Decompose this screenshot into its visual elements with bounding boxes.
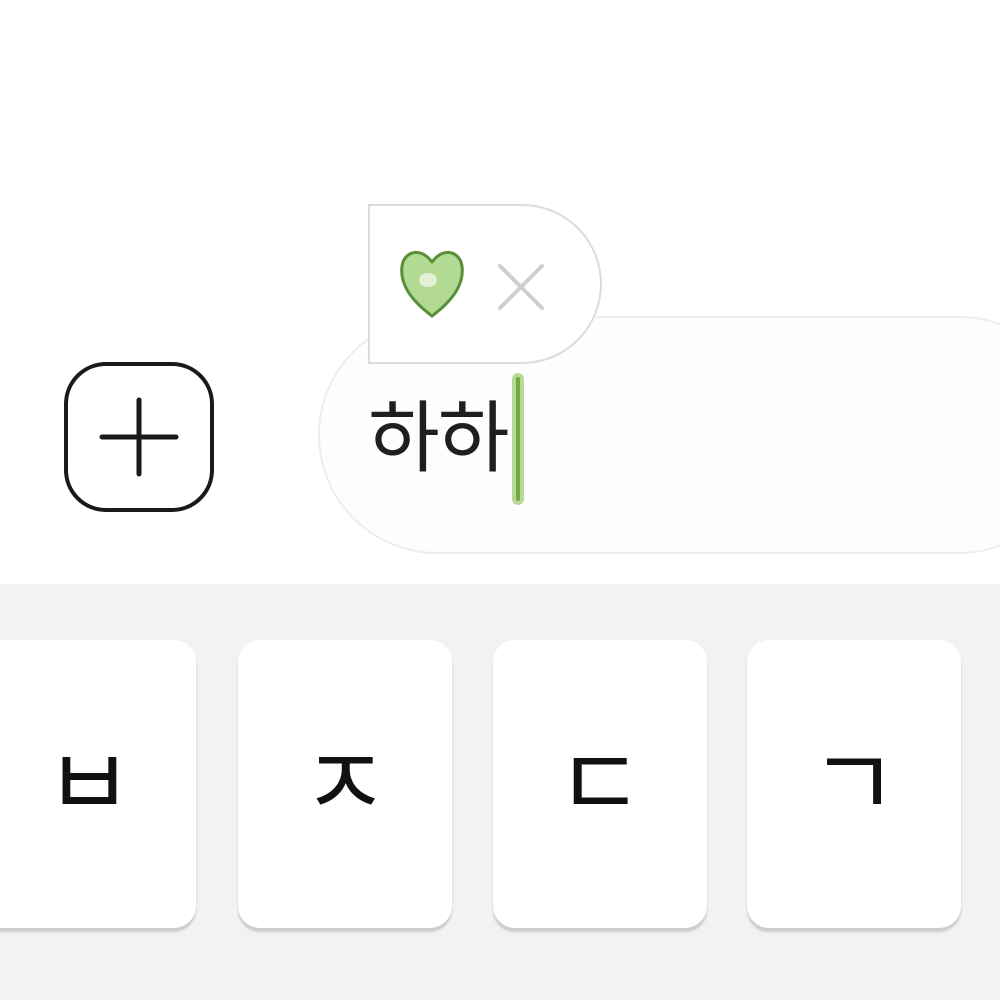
keyboard: ㅂ ㅈ ㄷ ㄱ	[0, 584, 1000, 1000]
add-attachment-button[interactable]	[64, 362, 214, 512]
key-jieut[interactable]: ㅈ	[238, 640, 452, 928]
message-input-text: 하하	[368, 394, 510, 484]
key-bieup[interactable]: ㅂ	[0, 640, 196, 928]
green-heart-icon[interactable]	[398, 246, 466, 322]
message-input-content[interactable]: 하하	[368, 364, 524, 514]
emoji-suggestion-bubble	[368, 204, 602, 364]
key-label: ㄱ	[809, 728, 899, 840]
text-caret	[511, 373, 524, 505]
close-icon[interactable]	[494, 260, 548, 314]
key-label: ㅂ	[44, 728, 134, 840]
chat-screen: 하하 ㅂ ㅈ ㄷ ㄱ	[0, 0, 1000, 1000]
key-digeut[interactable]: ㄷ	[493, 640, 707, 928]
plus-icon	[99, 397, 179, 477]
key-label: ㅈ	[300, 728, 390, 840]
key-label: ㄷ	[555, 728, 645, 840]
key-giyeok[interactable]: ㄱ	[747, 640, 961, 928]
